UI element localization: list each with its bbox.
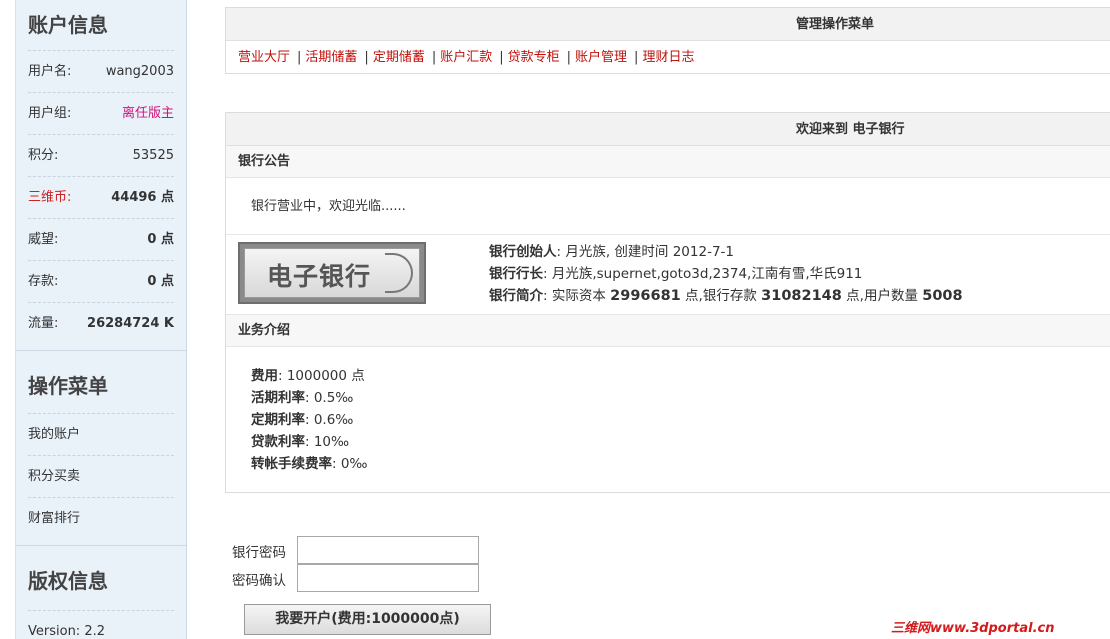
coins-row: 三维币: 44496 点 xyxy=(28,176,174,218)
password-input[interactable] xyxy=(297,536,479,564)
account-info-title: 账户信息 xyxy=(28,13,108,37)
transfer-fee-line: 转帐手续费率: 0‰ xyxy=(251,453,1110,475)
intro-mid: 点,银行存款 xyxy=(680,288,762,304)
admin-menu-links: 营业大厅 | 活期储蓄 | 定期储蓄 | 账户汇款 | 贷款专柜 | 账户管理 | 理财日志 xyxy=(226,41,1110,74)
version-text: Version: 2.2 xyxy=(28,610,174,639)
sidebar-item-wealth-ranking[interactable]: 财富排行 xyxy=(28,497,174,539)
welcome-title: 欢迎来到 电子银行 xyxy=(796,122,905,137)
coins-value: 44496 点 xyxy=(111,190,174,205)
prestige-label: 威望: xyxy=(28,232,59,247)
traffic-label: 流量: xyxy=(28,316,59,331)
usergroup-label: 用户组: xyxy=(28,106,72,121)
director-label: 银行行长 xyxy=(489,266,543,282)
confirm-password-input[interactable] xyxy=(297,564,479,592)
menu-link-fixed-savings[interactable]: 定期储蓄 xyxy=(373,50,425,65)
points-label: 积分: xyxy=(28,148,59,163)
admin-menu-title: 管理操作菜单 xyxy=(796,17,875,32)
admin-menu-panel: 管理操作菜单 营业大厅 | 活期储蓄 | 定期储蓄 | 账户汇款 | 贷款专柜 | 账户管理 | 理财日… xyxy=(225,7,1110,74)
menu-link-lobby[interactable]: 营业大厅 xyxy=(238,50,290,65)
deposits-value: 31082148 xyxy=(761,288,842,304)
prestige-row: 威望: 0 点 xyxy=(28,218,174,260)
usergroup-value: 离任版主 xyxy=(121,106,174,121)
founder-label: 银行创始人 xyxy=(489,244,557,260)
demand-rate-label: 活期利率 xyxy=(251,390,305,406)
copyright-title: 版权信息 xyxy=(28,569,108,593)
business-list: 费用: 1000000 点 活期利率: 0.5‰ 定期利率: 0.6‰ 贷款利率… xyxy=(226,347,1110,475)
fee-value: : 1000000 点 xyxy=(278,368,365,384)
arrow-icon xyxy=(385,253,413,293)
menu-separator: | xyxy=(431,50,437,65)
menu-link-loans[interactable]: 贷款专柜 xyxy=(508,50,560,65)
fixed-rate-value: : 0.6‰ xyxy=(305,412,354,428)
welcome-panel: 欢迎来到 电子银行 银行公告 银行营业中，欢迎光临...... 电子银行 银行创… xyxy=(225,112,1110,493)
intro-label: 银行简介 xyxy=(489,288,543,304)
intro-prefix: : 实际资本 xyxy=(543,288,611,304)
loan-rate-line: 贷款利率: 10‰ xyxy=(251,431,1110,453)
username-label: 用户名: xyxy=(28,64,72,79)
fee-line: 费用: 1000000 点 xyxy=(251,365,1110,387)
capital-value: 2996681 xyxy=(610,288,681,304)
demand-rate-value: : 0.5‰ xyxy=(305,390,354,406)
loan-rate-value: : 10‰ xyxy=(305,434,350,450)
username-value: wang2003 xyxy=(105,64,174,79)
notice-text: 银行营业中，欢迎光临...... xyxy=(226,178,1110,235)
sidebar: 账户信息 用户名: wang2003 用户组: 离任版主 积分: 53525 三… xyxy=(15,0,187,639)
menu-link-account-management[interactable]: 账户管理 xyxy=(575,50,627,65)
menu-link-finance-log[interactable]: 理财日志 xyxy=(642,50,694,65)
intro-line: 银行简介: 实际资本 2996681 点,银行存款 31082148 点,用户数… xyxy=(489,285,963,307)
fixed-rate-line: 定期利率: 0.6‰ xyxy=(251,409,1110,431)
menu-separator: | xyxy=(499,50,504,65)
users-value: 5008 xyxy=(922,288,963,304)
intro-mid: 点,用户数量 xyxy=(841,288,923,304)
sidebar-item-points-trade[interactable]: 积分买卖 xyxy=(28,455,174,497)
confirm-password-label: 密码确认 xyxy=(232,573,286,589)
menu-separator: | xyxy=(566,50,572,65)
menu-separator: | xyxy=(634,50,639,65)
bank-logo-text: 电子银行 xyxy=(267,262,372,291)
admin-menu-header: 管理操作菜单 xyxy=(226,8,1110,41)
site-watermark: 三维网www.3dportal.cn xyxy=(891,621,1055,636)
loan-rate-label: 贷款利率 xyxy=(251,434,305,450)
sidebar-item-my-account[interactable]: 我的账户 xyxy=(28,413,174,455)
username-row: 用户名: wang2003 xyxy=(28,50,174,92)
notice-heading: 银行公告 xyxy=(226,146,1110,178)
prestige-value: 0 点 xyxy=(147,232,174,247)
founder-value: : 月光族, 创建时间 2012-7-1 xyxy=(556,244,735,260)
open-account-button[interactable]: 我要开户(费用:1000000点) xyxy=(244,604,491,635)
operation-menu-title: 操作菜单 xyxy=(28,374,108,398)
usergroup-row: 用户组: 离任版主 xyxy=(28,92,174,134)
points-row: 积分: 53525 xyxy=(28,134,174,176)
deposit-value: 0 点 xyxy=(147,274,174,289)
founder-line: 银行创始人: 月光族, 创建时间 2012-7-1 xyxy=(489,241,963,263)
bank-details: 银行创始人: 月光族, 创建时间 2012-7-1 银行行长: 月光族,supe… xyxy=(489,241,963,307)
menu-link-demand-savings[interactable]: 活期储蓄 xyxy=(305,50,357,65)
bank-info: 电子银行 银行创始人: 月光族, 创建时间 2012-7-1 银行行长: 月光族… xyxy=(226,235,1110,315)
welcome-header: 欢迎来到 电子银行 xyxy=(226,113,1110,146)
coins-label: 三维币: xyxy=(28,190,72,205)
demand-rate-line: 活期利率: 0.5‰ xyxy=(251,387,1110,409)
transfer-fee-label: 转帐手续费率 xyxy=(251,456,332,472)
password-label: 银行密码 xyxy=(232,545,286,561)
fixed-rate-label: 定期利率 xyxy=(251,412,305,428)
transfer-fee-value: : 0‰ xyxy=(332,456,368,472)
fee-label: 费用 xyxy=(251,368,278,384)
menu-separator: | xyxy=(364,50,369,65)
traffic-row: 流量: 26284724 K xyxy=(28,302,174,344)
deposit-label: 存款: xyxy=(28,274,59,289)
menu-link-remittance[interactable]: 账户汇款 xyxy=(440,50,492,65)
bank-logo: 电子银行 xyxy=(238,242,426,304)
director-line: 银行行长: 月光族,supernet,goto3d,2374,江南有雪,华氏91… xyxy=(489,263,963,285)
deposit-row: 存款: 0 点 xyxy=(28,260,174,302)
points-value: 53525 xyxy=(132,148,174,163)
director-value: : 月光族,supernet,goto3d,2374,江南有雪,华氏911 xyxy=(543,266,863,282)
traffic-value: 26284724 K xyxy=(87,316,174,331)
business-heading: 业务介绍 xyxy=(226,315,1110,347)
menu-separator: | xyxy=(297,50,302,65)
